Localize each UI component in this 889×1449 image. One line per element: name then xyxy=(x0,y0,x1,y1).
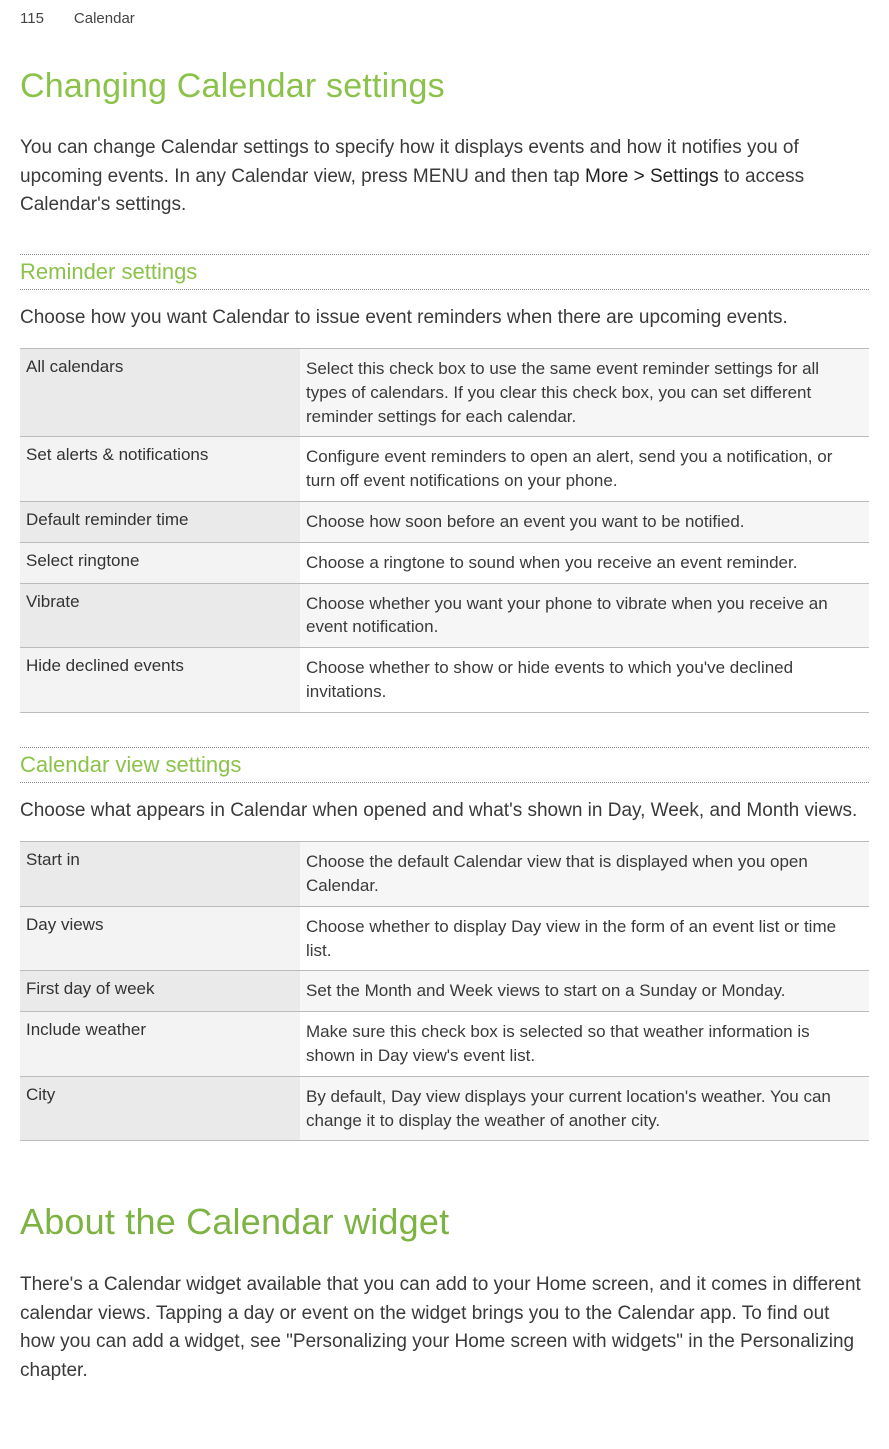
setting-desc: Make sure this check box is selected so … xyxy=(300,1012,869,1077)
table-row: City By default, Day view displays your … xyxy=(20,1076,869,1141)
table-row: Include weather Make sure this check box… xyxy=(20,1012,869,1077)
setting-desc: Set the Month and Week views to start on… xyxy=(300,971,869,1012)
setting-desc: Choose a ringtone to sound when you rece… xyxy=(300,542,869,583)
setting-label: Vibrate xyxy=(20,583,300,648)
setting-label: City xyxy=(20,1076,300,1141)
setting-label: First day of week xyxy=(20,971,300,1012)
setting-desc: By default, Day view displays your curre… xyxy=(300,1076,869,1141)
table-row: Default reminder time Choose how soon be… xyxy=(20,501,869,542)
reminder-settings-table: All calendars Select this check box to u… xyxy=(20,348,869,713)
table-row: Select ringtone Choose a ringtone to sou… xyxy=(20,542,869,583)
setting-label: Set alerts & notifications xyxy=(20,437,300,502)
page-title: Changing Calendar settings xyxy=(20,67,869,106)
setting-label: Hide declined events xyxy=(20,648,300,713)
setting-desc: Select this check box to use the same ev… xyxy=(300,349,869,437)
setting-label: Default reminder time xyxy=(20,501,300,542)
table-row: Set alerts & notifications Configure eve… xyxy=(20,437,869,502)
setting-desc: Choose whether to show or hide events to… xyxy=(300,648,869,713)
table-row: Start in Choose the default Calendar vie… xyxy=(20,842,869,907)
menu-path: More > Settings xyxy=(585,166,719,187)
setting-label: All calendars xyxy=(20,349,300,437)
setting-label: Include weather xyxy=(20,1012,300,1077)
setting-desc: Choose the default Calendar view that is… xyxy=(300,842,869,907)
setting-label: Select ringtone xyxy=(20,542,300,583)
setting-label: Start in xyxy=(20,842,300,907)
table-row: Vibrate Choose whether you want your pho… xyxy=(20,583,869,648)
table-row: Day views Choose whether to display Day … xyxy=(20,906,869,971)
table-row: First day of week Set the Month and Week… xyxy=(20,971,869,1012)
setting-desc: Choose whether to display Day view in th… xyxy=(300,906,869,971)
setting-desc: Choose how soon before an event you want… xyxy=(300,501,869,542)
page-header: 115 Calendar xyxy=(20,10,869,27)
setting-desc: Configure event reminders to open an ale… xyxy=(300,437,869,502)
about-paragraph: There's a Calendar widget available that… xyxy=(20,1271,869,1385)
page-number: 115 xyxy=(20,10,44,27)
section-heading-view: Calendar view settings xyxy=(20,747,869,783)
intro-paragraph: You can change Calendar settings to spec… xyxy=(20,134,869,220)
section-heading-reminder: Reminder settings xyxy=(20,254,869,290)
reminder-heading-text: Reminder settings xyxy=(20,259,205,284)
table-row: All calendars Select this check box to u… xyxy=(20,349,869,437)
table-row: Hide declined events Choose whether to s… xyxy=(20,648,869,713)
view-paragraph: Choose what appears in Calendar when ope… xyxy=(20,797,869,826)
view-heading-text: Calendar view settings xyxy=(20,752,249,777)
reminder-paragraph: Choose how you want Calendar to issue ev… xyxy=(20,304,869,333)
about-heading: About the Calendar widget xyxy=(20,1201,869,1243)
setting-label: Day views xyxy=(20,906,300,971)
setting-desc: Choose whether you want your phone to vi… xyxy=(300,583,869,648)
view-settings-table: Start in Choose the default Calendar vie… xyxy=(20,841,869,1141)
chapter-name: Calendar xyxy=(74,10,135,27)
